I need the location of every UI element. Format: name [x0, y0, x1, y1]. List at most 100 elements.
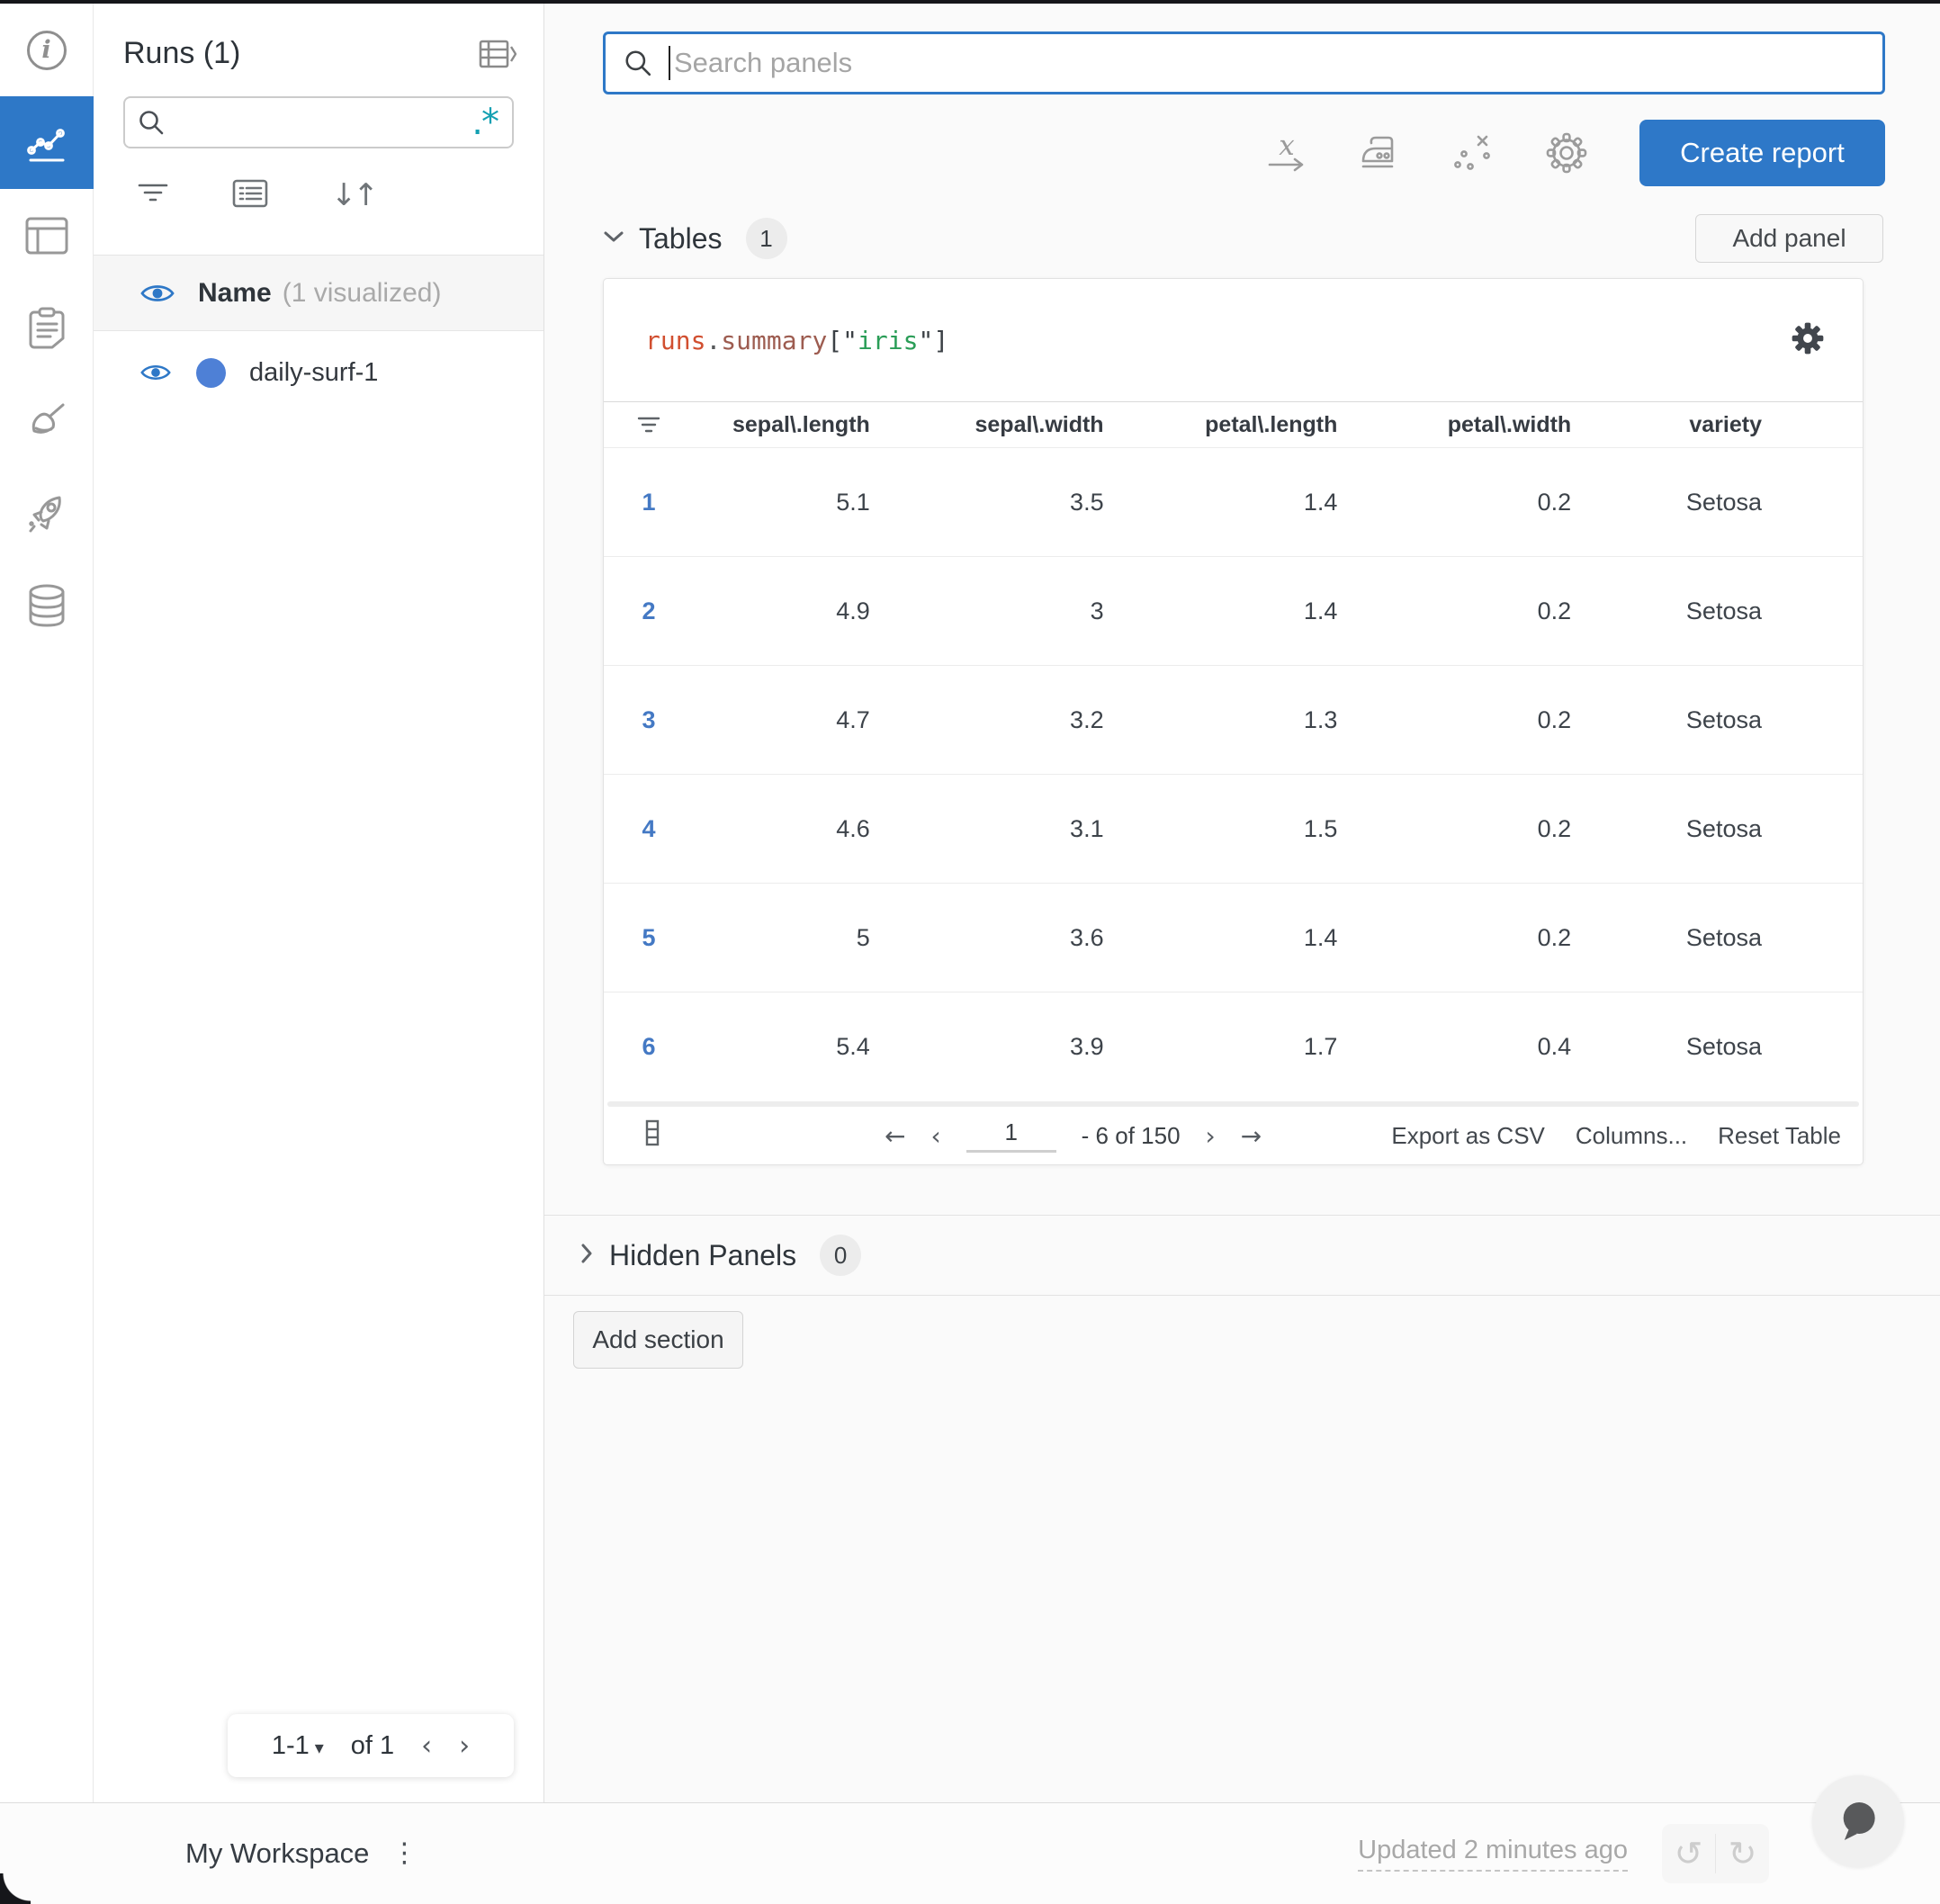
workspace-name-label[interactable]: My Workspace	[185, 1837, 369, 1870]
next-page-button[interactable]: ›	[1206, 1121, 1216, 1151]
cell: 4.7	[836, 705, 870, 733]
sort-icon[interactable]: ↓↑	[331, 177, 379, 213]
prev-page-button[interactable]: ‹	[930, 1121, 940, 1151]
table-footer-actions: Export as CSV Columns... Reset Table	[1391, 1122, 1841, 1150]
launch-rocket-icon[interactable]	[0, 467, 94, 560]
sweeps-broom-icon[interactable]	[0, 374, 94, 467]
tables-section-header: Tables 1 Add panel	[603, 214, 1885, 263]
row-index-link[interactable]: 5	[604, 924, 694, 952]
updated-timestamp[interactable]: Updated 2 minutes ago	[1358, 1836, 1628, 1872]
visibility-eye-icon[interactable]	[140, 282, 175, 305]
add-section-button[interactable]: Add section	[573, 1311, 743, 1369]
undo-redo-group: ↺ ↻	[1662, 1824, 1769, 1883]
notes-clipboard-icon[interactable]	[0, 282, 94, 374]
workspace-menu-kebab-icon[interactable]: ⋮	[391, 1840, 418, 1867]
search-panels-input[interactable]: Search panels	[603, 31, 1885, 94]
undo-button[interactable]: ↺	[1662, 1824, 1715, 1883]
smoothing-iron-icon[interactable]	[1359, 134, 1400, 172]
cell: 1.4	[1303, 923, 1338, 951]
search-icon	[625, 50, 651, 76]
runs-table-expand-button[interactable]	[479, 39, 516, 69]
chevron-right-icon[interactable]	[580, 1243, 593, 1269]
row-index-link[interactable]: 2	[604, 597, 694, 625]
run-list-item[interactable]: daily-surf-1	[94, 331, 543, 414]
runs-sidebar: Runs (1) .* ↓↑ Name (1 visualized) daily…	[94, 4, 544, 1802]
runs-toolbar: ↓↑	[137, 175, 543, 215]
workspace-chart-icon[interactable]	[0, 96, 94, 189]
cell: 0.2	[1537, 488, 1572, 516]
column-header[interactable]: sepal\.length	[694, 412, 928, 438]
filter-icon[interactable]	[137, 180, 169, 211]
table-pager: ← ‹ 1 - 6 of 150 › →	[885, 1118, 1262, 1153]
outliers-icon[interactable]	[1452, 133, 1494, 173]
column-header[interactable]: variety	[1629, 412, 1863, 438]
chevron-down-icon[interactable]	[603, 230, 624, 247]
runs-page-total: of 1	[350, 1730, 395, 1760]
name-column-label: Name	[198, 277, 272, 308]
page-number-input[interactable]: 1	[966, 1118, 1056, 1153]
reset-table-button[interactable]: Reset Table	[1718, 1122, 1841, 1150]
visualized-count-label: (1 visualized)	[282, 277, 442, 308]
export-csv-button[interactable]: Export as CSV	[1391, 1122, 1545, 1150]
x-axis-icon[interactable]: x	[1267, 132, 1307, 172]
columns-button[interactable]: Columns...	[1576, 1122, 1687, 1150]
row-height-icon[interactable]	[645, 1119, 660, 1153]
redo-button[interactable]: ↻	[1716, 1824, 1769, 1883]
run-list-settings-icon[interactable]	[232, 179, 268, 212]
runs-table-icon	[479, 40, 516, 67]
first-page-button[interactable]: ←	[885, 1121, 905, 1151]
runs-name-header-row[interactable]: Name (1 visualized)	[94, 255, 543, 331]
text-cursor	[669, 46, 670, 80]
panel-settings-gear-icon[interactable]	[1791, 321, 1825, 360]
row-index-link[interactable]: 6	[604, 1033, 694, 1061]
run-visibility-eye-icon[interactable]	[140, 362, 171, 383]
search-panels-placeholder: Search panels	[674, 47, 853, 78]
cell: Setosa	[1685, 597, 1762, 624]
run-name[interactable]: daily-surf-1	[249, 358, 378, 388]
cell: 3.5	[1070, 488, 1104, 516]
hidden-panels-title: Hidden Panels	[609, 1238, 797, 1271]
hidden-panels-section-header[interactable]: Hidden Panels 0	[544, 1215, 1940, 1296]
cell: Setosa	[1685, 1033, 1762, 1060]
cell: 5.1	[836, 488, 870, 516]
chat-support-button[interactable]	[1812, 1775, 1904, 1867]
cell: Setosa	[1685, 814, 1762, 842]
table-row: 1 5.1 3.5 1.4 0.2 Setosa	[604, 448, 1863, 557]
cell: 0.2	[1537, 814, 1572, 842]
panel-title-expression: runs.summary["iris"]	[645, 325, 949, 355]
table-row: 3 4.7 3.2 1.3 0.2 Setosa	[604, 666, 1863, 775]
left-icon-rail: i	[0, 4, 94, 1802]
row-index-link[interactable]: 3	[604, 706, 694, 734]
runs-prev-page-button[interactable]: ‹	[421, 1730, 432, 1762]
last-page-button[interactable]: →	[1241, 1121, 1262, 1151]
column-header[interactable]: petal\.width	[1395, 412, 1629, 438]
artifacts-database-icon[interactable]	[0, 560, 94, 652]
cell: 1.7	[1303, 1033, 1338, 1060]
table-row: 2 4.9 3 1.4 0.2 Setosa	[604, 557, 1863, 666]
table-header-row: sepal\.length sepal\.width petal\.length…	[604, 402, 1863, 448]
table-panel: runs.summary["iris"] sepal\.length sepal…	[603, 278, 1864, 1165]
runs-pagination: 1-1 ▾ of 1 ‹ ›	[228, 1714, 514, 1777]
regex-toggle[interactable]: .*	[472, 104, 499, 140]
runs-page-range-dropdown[interactable]: 1-1 ▾	[272, 1731, 324, 1761]
column-header[interactable]: petal\.length	[1162, 412, 1396, 438]
row-index-link[interactable]: 4	[604, 815, 694, 843]
settings-gear-icon[interactable]	[1546, 132, 1587, 174]
cell: 3.2	[1070, 705, 1104, 733]
workspace-actions-row: x Create report	[603, 120, 1885, 186]
runs-next-page-button[interactable]: ›	[459, 1730, 470, 1762]
create-report-button[interactable]: Create report	[1639, 120, 1885, 186]
cell: 3.9	[1070, 1033, 1104, 1060]
app-screen: i Runs (1) .* ↓↑ Name (1 visualized) dai…	[0, 0, 1940, 1904]
table-filter-icon[interactable]	[604, 415, 694, 435]
row-index-link[interactable]: 1	[604, 489, 694, 516]
cell: Setosa	[1685, 705, 1762, 733]
runs-search-input[interactable]: .*	[123, 96, 514, 148]
tables-section-title[interactable]: Tables	[639, 222, 723, 256]
panels-layout-icon[interactable]	[0, 189, 94, 282]
column-header[interactable]: sepal\.width	[928, 412, 1162, 438]
info-icon[interactable]: i	[0, 4, 94, 96]
cell: 5.4	[836, 1033, 870, 1060]
add-panel-button[interactable]: Add panel	[1695, 214, 1883, 263]
table-row: 4 4.6 3.1 1.5 0.2 Setosa	[604, 775, 1863, 884]
